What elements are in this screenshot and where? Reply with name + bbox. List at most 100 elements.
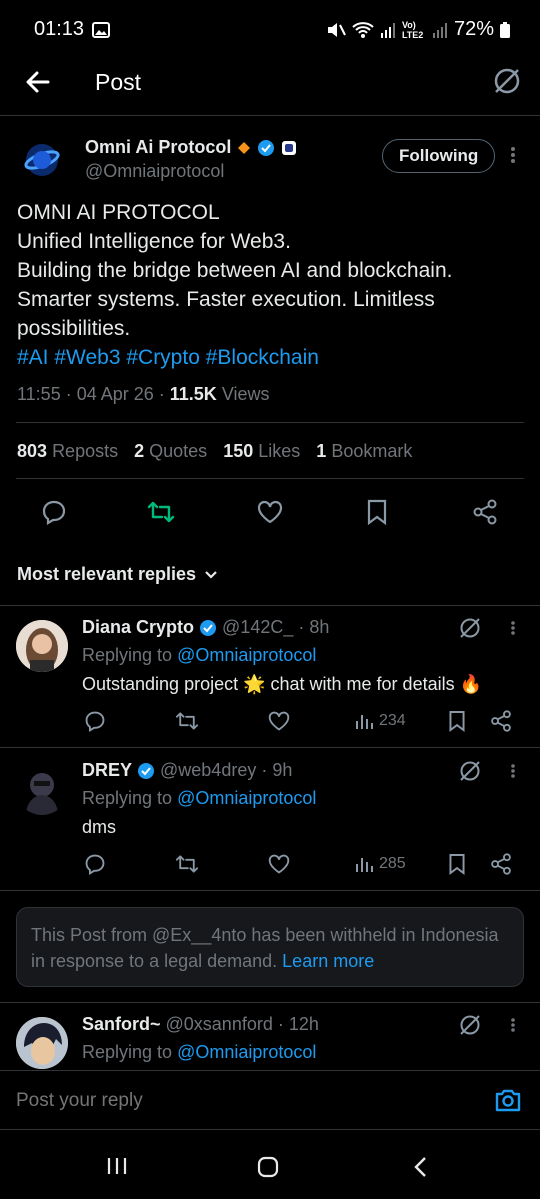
grok-button[interactable] [458, 616, 482, 640]
author-name[interactable]: Omni Ai Protocol [85, 137, 231, 158]
divider [16, 422, 524, 423]
recent-apps-button[interactable] [106, 1156, 128, 1176]
wifi-icon [352, 21, 374, 39]
reply-comment-button[interactable] [84, 710, 106, 732]
system-navigation-bar [0, 1130, 540, 1199]
camera-icon [495, 1089, 521, 1112]
replying-to-line: Replying to @Omniaiprotocol [82, 1042, 316, 1063]
reply-bookmark-button[interactable] [448, 710, 466, 732]
reply-share-button[interactable] [490, 853, 512, 875]
avatar[interactable] [16, 620, 68, 672]
replying-to-handle[interactable]: @Omniaiprotocol [177, 1042, 316, 1062]
back-button[interactable] [24, 68, 52, 96]
bookmarks-stat[interactable]: 1 Bookmark [316, 441, 412, 462]
hashtags[interactable]: #AI #Web3 #Crypto #Blockchain [17, 343, 527, 372]
reply-bookmark-button[interactable] [448, 853, 466, 875]
reply-author-name[interactable]: Sanford~ [82, 1014, 161, 1035]
reply-author-name[interactable]: DREY [82, 760, 132, 781]
reply-views[interactable]: 285 [355, 855, 406, 873]
withheld-text: This Post from @Ex__4nto has been withhe… [31, 925, 499, 971]
reply-more-button[interactable] [507, 619, 519, 637]
analytics-icon [356, 715, 373, 729]
likes-stat[interactable]: 150 Likes [223, 441, 300, 462]
share-icon [473, 499, 497, 525]
reply-author-handle[interactable]: @0xsannford [166, 1014, 273, 1035]
more-vertical-icon [511, 147, 515, 163]
reply-more-button[interactable] [507, 762, 519, 780]
replies-sort-dropdown[interactable]: Most relevant replies [17, 564, 218, 585]
reply-repost-button[interactable] [175, 853, 199, 875]
repost-icon [175, 855, 199, 873]
reply-item[interactable]: DREY @web4drey · 9h Replying to @Omniaip… [0, 749, 540, 891]
replying-to-handle[interactable]: @Omniaiprotocol [177, 788, 316, 808]
repost-button[interactable] [147, 499, 175, 525]
grok-button[interactable] [492, 66, 522, 96]
page-title: Post [95, 69, 142, 95]
quotes-stat[interactable]: 2 Quotes [134, 441, 207, 462]
replying-to-label: Replying to [82, 1042, 178, 1062]
grok-icon [460, 761, 480, 781]
post-line: possibilities. [17, 317, 131, 340]
repost-icon [175, 712, 199, 730]
status-icons: Vo) LTE2 72% [326, 18, 510, 41]
reply-author-name[interactable]: Diana Crypto [82, 617, 194, 638]
replying-to-handle[interactable]: @Omniaiprotocol [177, 645, 316, 665]
replying-to-label: Replying to [82, 645, 178, 665]
reply-like-button[interactable] [267, 710, 291, 732]
reply-input[interactable] [16, 1085, 456, 1117]
reply-repost-button[interactable] [175, 710, 199, 732]
more-options-button[interactable] [506, 145, 520, 165]
back-nav-button[interactable] [412, 1156, 428, 1178]
reposts-stat[interactable]: 803 Reposts [17, 441, 118, 462]
like-button[interactable] [256, 499, 284, 525]
reply-author-handle[interactable]: @142C_ [222, 617, 293, 638]
affiliate-badge-icon [237, 141, 251, 155]
reply-author-handle[interactable]: @web4drey [160, 760, 256, 781]
divider [16, 478, 524, 479]
home-button[interactable] [257, 1156, 279, 1178]
reply-item[interactable]: Diana Crypto @142C_ · 8h Replying to @Om… [0, 606, 540, 748]
post-stats: 803 Reposts 2 Quotes 150 Likes 1 Bookmar… [17, 441, 412, 462]
reply-like-button[interactable] [267, 853, 291, 875]
post-line: Smarter systems. Faster execution. Limit… [17, 288, 435, 311]
learn-more-link[interactable]: Learn more [282, 951, 374, 971]
avatar[interactable] [16, 763, 68, 815]
grok-button[interactable] [458, 759, 482, 783]
reply-comment-button[interactable] [84, 853, 106, 875]
reply-more-button[interactable] [507, 1016, 519, 1034]
post-line: Building the bridge between AI and block… [17, 259, 453, 282]
user-avatar-image [16, 620, 68, 672]
reply-views[interactable]: 234 [355, 712, 406, 730]
grok-button[interactable] [458, 1013, 482, 1037]
share-icon [491, 710, 511, 732]
recent-apps-icon [107, 1158, 127, 1174]
signal-icon-2 [432, 21, 448, 39]
post-line: OMNI AI PROTOCOL [17, 201, 220, 224]
avatar[interactable] [16, 1017, 68, 1069]
reply-item[interactable]: Sanford~ @0xsannford · 12h Replying to @… [0, 1003, 540, 1070]
author-handle[interactable]: @Omniaiprotocol [85, 161, 224, 182]
verified-badge-icon [138, 762, 155, 779]
back-chevron-icon [414, 1157, 426, 1177]
reply-button[interactable] [41, 499, 67, 525]
following-button[interactable]: Following [382, 139, 496, 173]
share-button[interactable] [472, 499, 498, 525]
grok-icon [460, 618, 480, 638]
reply-share-button[interactable] [490, 710, 512, 732]
network-type-label: Vo) LTE2 [401, 19, 424, 40]
author-avatar[interactable] [22, 140, 62, 180]
replies-sort-label: Most relevant replies [17, 564, 197, 584]
reply-time: · 12h [277, 1014, 319, 1034]
status-bar: 01:13 Vo) LTE2 72% [0, 0, 540, 60]
post-timestamp: 11:55 · 04 Apr 26 · [17, 384, 170, 404]
camera-button[interactable] [494, 1087, 522, 1113]
views-label: Views [216, 384, 270, 404]
bookmark-icon [449, 711, 465, 732]
heart-icon [268, 854, 290, 874]
reply-icon [85, 854, 105, 875]
views-count: 11.5K [169, 384, 217, 404]
verified-badge-icon [200, 619, 217, 636]
bookmark-button[interactable] [366, 499, 388, 525]
post-line: Unified Intelligence for Web3. [17, 230, 291, 253]
home-icon [257, 1156, 279, 1178]
